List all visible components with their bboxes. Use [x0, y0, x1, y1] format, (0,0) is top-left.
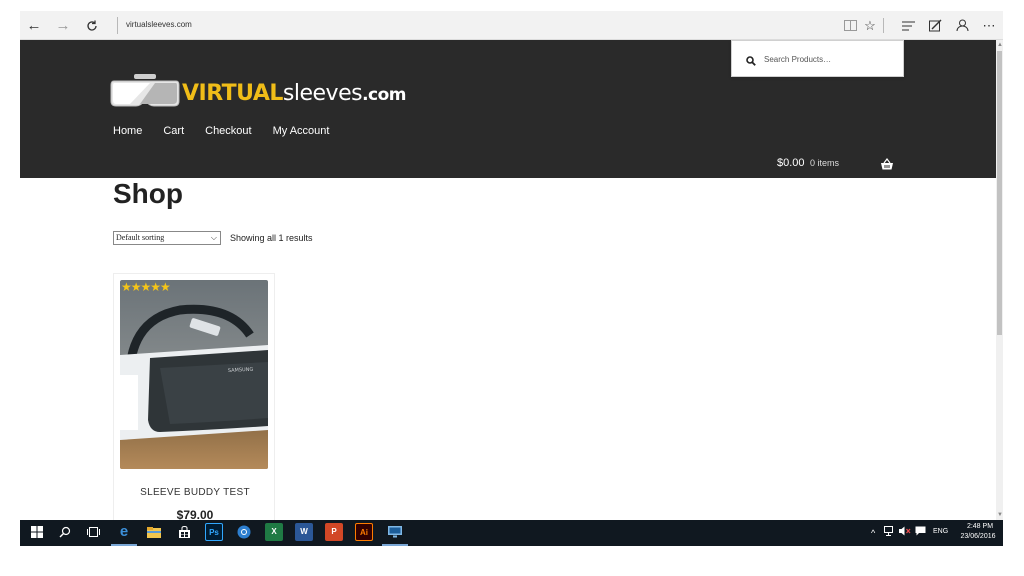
chrome-icon[interactable]	[235, 523, 253, 541]
back-arrow-icon[interactable]: ←	[24, 16, 44, 36]
site-header: VIRTUALsleeves.com Home Cart Checkout My…	[20, 40, 996, 178]
cart-total[interactable]: $0.00	[777, 157, 805, 169]
nav-checkout[interactable]: Checkout	[205, 125, 251, 137]
web-note-icon[interactable]	[925, 16, 945, 36]
toolbar-separator	[883, 18, 884, 33]
action-center-icon[interactable]	[915, 525, 926, 541]
browser-toolbar: ← → virtualsleeves.com ☆ ⋯	[20, 11, 1003, 40]
product-image[interactable]: SAMSUNG	[120, 280, 268, 469]
windows-taskbar: e Ps X W P Ai ^ ENG 2:48 PM 23/06/2016	[20, 520, 1003, 546]
product-price: $79.00	[176, 508, 214, 520]
word-icon[interactable]: W	[295, 523, 313, 541]
clock-date[interactable]: 23/06/2016	[956, 533, 1000, 540]
star-rating: ★★★★★	[121, 280, 171, 294]
nav-home[interactable]: Home	[113, 125, 142, 137]
address-separator	[117, 17, 118, 34]
scroll-down-icon[interactable]: ▼	[997, 511, 1003, 519]
scrollbar-thumb[interactable]	[997, 51, 1002, 335]
product-title[interactable]: SLEEVE BUDDY TEST	[114, 487, 276, 498]
input-language[interactable]: ENG	[933, 528, 948, 535]
volume-muted-icon[interactable]	[899, 525, 911, 541]
file-explorer-icon[interactable]	[145, 523, 163, 541]
excel-icon[interactable]: X	[265, 523, 283, 541]
edge-icon[interactable]: e	[115, 523, 133, 541]
edge-active-indicator	[111, 544, 137, 546]
vr-headset-logo-icon	[110, 74, 180, 107]
remote-desktop-icon[interactable]	[386, 523, 404, 541]
store-icon[interactable]	[175, 523, 193, 541]
scroll-up-icon[interactable]: ▲	[997, 41, 1003, 49]
product-search-box	[731, 40, 904, 77]
photoshop-icon[interactable]: Ps	[205, 523, 223, 541]
forward-arrow-icon[interactable]: →	[53, 16, 73, 36]
result-count: Showing all 1 results	[230, 233, 313, 243]
network-icon[interactable]	[884, 525, 895, 541]
remote-desktop-active-indicator	[382, 544, 408, 546]
chevron-down-icon: ⌵	[210, 233, 217, 242]
start-icon[interactable]	[28, 523, 46, 541]
powerpoint-icon[interactable]: P	[325, 523, 343, 541]
cart-item-count[interactable]: 0 items	[810, 158, 839, 168]
product-card[interactable]: SAMSUNG ★★★★★ SLEEVE BUDDY TEST $79.00	[113, 273, 275, 520]
sort-dropdown[interactable]: Default sorting ⌵	[113, 231, 221, 245]
clock-time[interactable]: 2:48 PM	[960, 523, 1000, 530]
main-navigation: Home Cart Checkout My Account	[113, 125, 329, 137]
nav-my-account[interactable]: My Account	[273, 125, 330, 137]
web-page: VIRTUALsleeves.com Home Cart Checkout My…	[20, 40, 996, 520]
refresh-icon[interactable]	[82, 16, 102, 36]
page-title: Shop	[113, 178, 183, 209]
logo-wordmark: VIRTUALsleeves.com	[182, 81, 407, 106]
nav-cart[interactable]: Cart	[163, 125, 184, 137]
search-icon	[746, 53, 756, 66]
browser-window: ← → virtualsleeves.com ☆ ⋯ VIRTUALsleeve…	[20, 11, 1003, 546]
reading-view-icon[interactable]	[840, 16, 860, 36]
basket-icon[interactable]	[880, 157, 894, 171]
address-bar[interactable]: virtualsleeves.com	[126, 20, 192, 29]
taskbar-search-icon[interactable]	[56, 523, 74, 541]
search-input[interactable]	[764, 51, 894, 67]
task-view-icon[interactable]	[84, 523, 102, 541]
favorite-star-icon[interactable]: ☆	[860, 16, 880, 36]
share-icon[interactable]	[952, 16, 972, 36]
sort-selected-value: Default sorting	[116, 233, 165, 242]
site-logo[interactable]: VIRTUALsleeves.com	[110, 73, 407, 113]
hub-icon[interactable]	[898, 16, 918, 36]
illustrator-icon[interactable]: Ai	[355, 523, 373, 541]
show-hidden-icons-chevron-icon[interactable]: ^	[871, 525, 875, 541]
more-icon[interactable]: ⋯	[979, 16, 999, 36]
